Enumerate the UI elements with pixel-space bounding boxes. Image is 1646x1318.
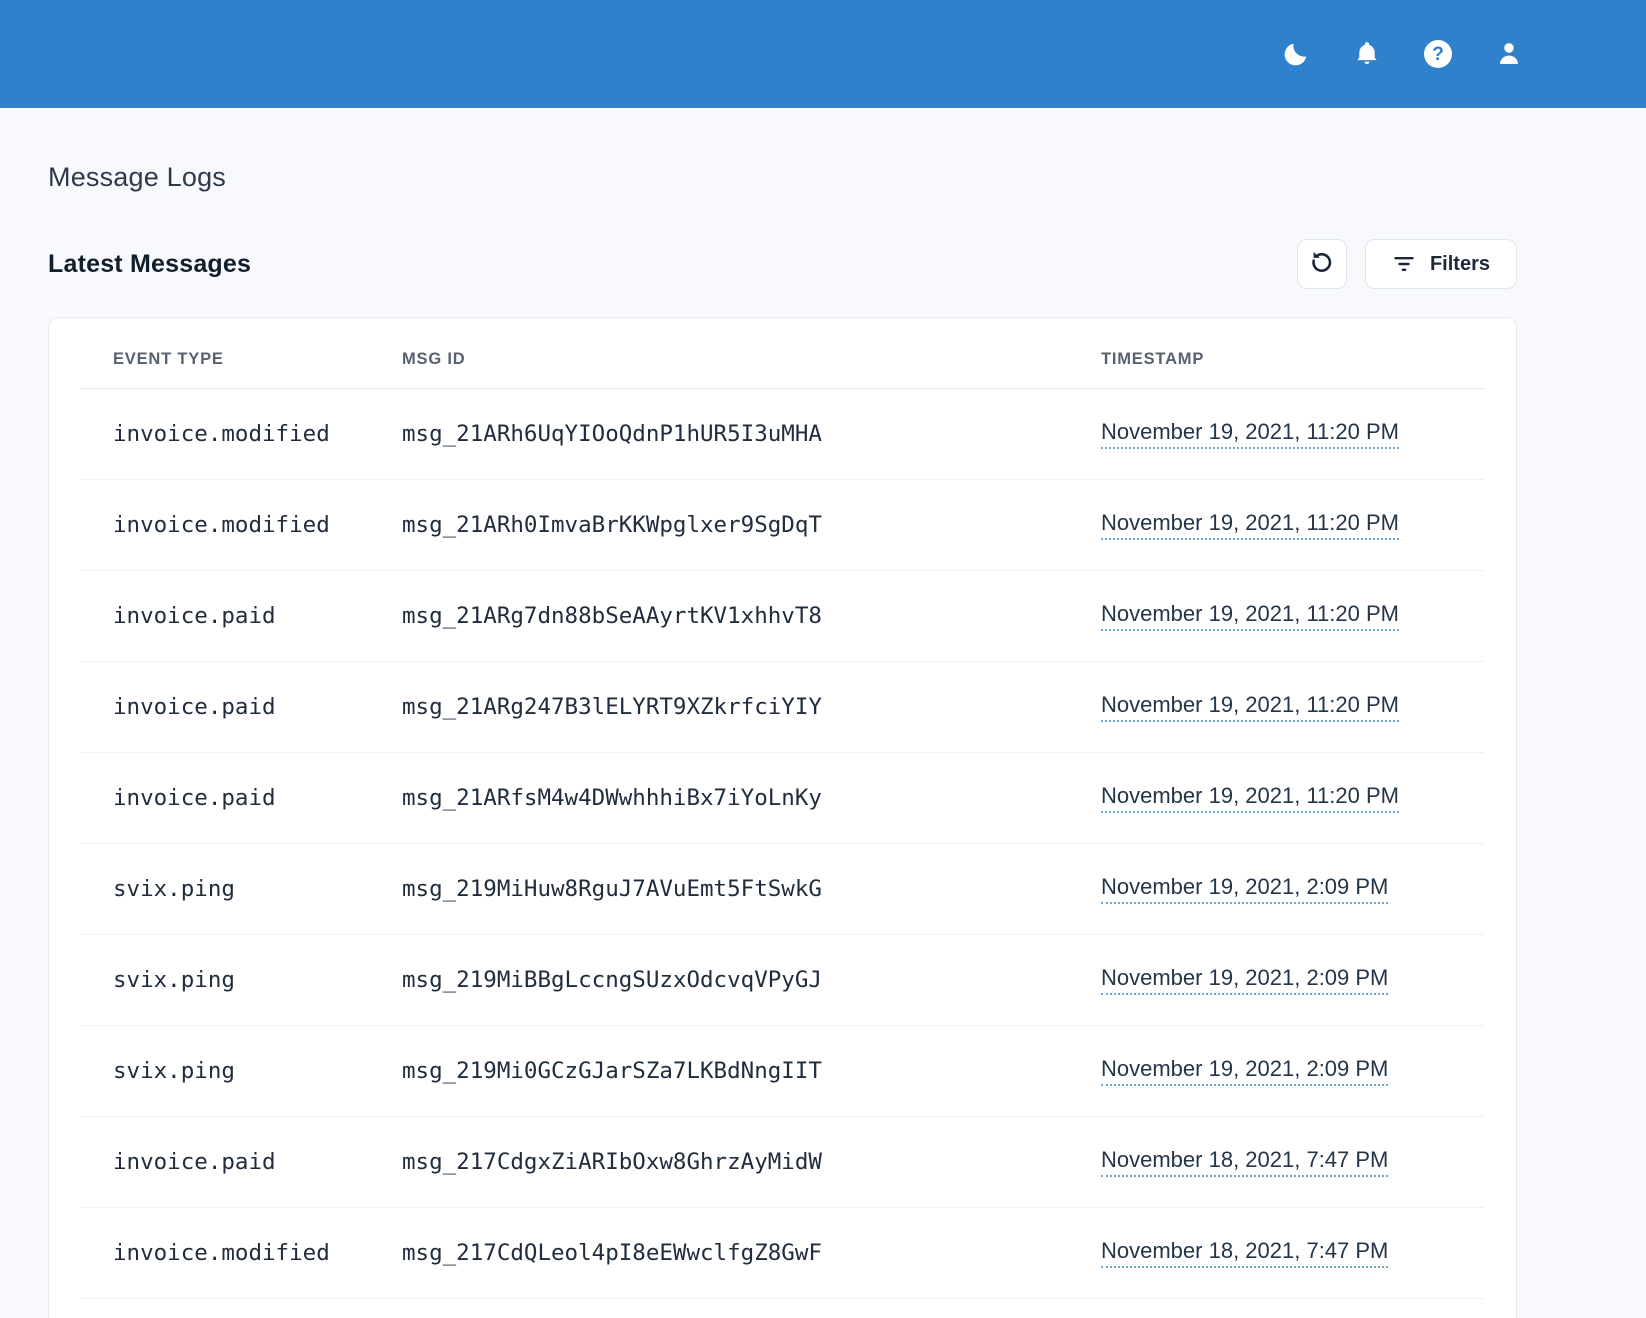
messages-table: EVENT TYPE MSG ID TIMESTAMP invoice.modi… bbox=[81, 318, 1484, 1299]
column-header-timestamp: TIMESTAMP bbox=[1101, 318, 1484, 389]
msg-id-cell: msg_21ARfsM4w4DWwhhhiBx7iYoLnKy bbox=[402, 753, 1101, 844]
event-type-cell: invoice.paid bbox=[81, 571, 402, 662]
refresh-button[interactable] bbox=[1297, 239, 1347, 289]
timestamp-link[interactable]: November 18, 2021, 7:47 PM bbox=[1101, 1147, 1388, 1177]
table-row: invoice.modified msg_217CdQLeol4pI8eEWwc… bbox=[81, 1208, 1484, 1299]
timestamp-link[interactable]: November 19, 2021, 2:09 PM bbox=[1101, 965, 1388, 995]
timestamp-link[interactable]: November 19, 2021, 2:09 PM bbox=[1101, 874, 1388, 904]
page-title: Message Logs bbox=[48, 162, 1517, 193]
msg-id-cell: msg_219MiHuw8RguJ7AVuEmt5FtSwkG bbox=[402, 844, 1101, 935]
table-row: invoice.paid msg_21ARfsM4w4DWwhhhiBx7iYo… bbox=[81, 753, 1484, 844]
column-header-event-type: EVENT TYPE bbox=[81, 318, 402, 389]
msg-id-cell: msg_217CdgxZiARIbOxw8GhrzAyMidW bbox=[402, 1117, 1101, 1208]
table-row: svix.ping msg_219MiHuw8RguJ7AVuEmt5FtSwk… bbox=[81, 844, 1484, 935]
msg-id-cell: msg_217CdQLeol4pI8eEWwclfgZ8GwF bbox=[402, 1208, 1101, 1299]
section-title: Latest Messages bbox=[48, 250, 251, 279]
event-type-cell: svix.ping bbox=[81, 1026, 402, 1117]
filters-button[interactable]: Filters bbox=[1365, 239, 1517, 289]
table-row: invoice.paid msg_217CdgxZiARIbOxw8GhrzAy… bbox=[81, 1117, 1484, 1208]
help-icon[interactable]: ? bbox=[1423, 39, 1453, 69]
msg-id-cell: msg_219Mi0GCzGJarSZa7LKBdNngIIT bbox=[402, 1026, 1101, 1117]
msg-id-cell: msg_21ARg7dn88bSeAAyrtKV1xhhvT8 bbox=[402, 571, 1101, 662]
timestamp-link[interactable]: November 19, 2021, 11:20 PM bbox=[1101, 419, 1399, 449]
timestamp-link[interactable]: November 19, 2021, 11:20 PM bbox=[1101, 510, 1399, 540]
column-header-msg-id: MSG ID bbox=[402, 318, 1101, 389]
top-app-bar: ? bbox=[0, 0, 1646, 108]
help-glyph: ? bbox=[1424, 40, 1452, 68]
table-row: svix.ping msg_219Mi0GCzGJarSZa7LKBdNngII… bbox=[81, 1026, 1484, 1117]
table-body: invoice.modified msg_21ARh6UqYIOoQdnP1hU… bbox=[81, 389, 1484, 1299]
msg-id-cell: msg_219MiBBgLccngSUzxOdcvqVPyGJ bbox=[402, 935, 1101, 1026]
section-header: Latest Messages Filte bbox=[48, 239, 1517, 289]
timestamp-link[interactable]: November 19, 2021, 11:20 PM bbox=[1101, 601, 1399, 631]
event-type-cell: svix.ping bbox=[81, 844, 402, 935]
msg-id-cell: msg_21ARh0ImvaBrKKWpglxer9SgDqT bbox=[402, 480, 1101, 571]
event-type-cell: invoice.modified bbox=[81, 1208, 402, 1299]
filter-icon bbox=[1392, 252, 1416, 276]
msg-id-cell: msg_21ARh6UqYIOoQdnP1hUR5I3uMHA bbox=[402, 389, 1101, 480]
table-row: svix.ping msg_219MiBBgLccngSUzxOdcvqVPyG… bbox=[81, 935, 1484, 1026]
event-type-cell: invoice.paid bbox=[81, 662, 402, 753]
refresh-icon bbox=[1308, 249, 1335, 279]
event-type-cell: invoice.modified bbox=[81, 480, 402, 571]
main-content: Message Logs Latest Messages bbox=[48, 162, 1517, 1318]
event-type-cell: invoice.paid bbox=[81, 1117, 402, 1208]
timestamp-link[interactable]: November 19, 2021, 11:20 PM bbox=[1101, 692, 1399, 722]
table-row: invoice.paid msg_21ARg247B3lELYRT9XZkrfc… bbox=[81, 662, 1484, 753]
filters-button-label: Filters bbox=[1430, 253, 1490, 276]
msg-id-cell: msg_21ARg247B3lELYRT9XZkrfciYIY bbox=[402, 662, 1101, 753]
event-type-cell: invoice.modified bbox=[81, 389, 402, 480]
account-icon[interactable] bbox=[1494, 39, 1524, 69]
table-row: invoice.paid msg_21ARg7dn88bSeAAyrtKV1xh… bbox=[81, 571, 1484, 662]
messages-card: EVENT TYPE MSG ID TIMESTAMP invoice.modi… bbox=[48, 317, 1517, 1318]
event-type-cell: invoice.paid bbox=[81, 753, 402, 844]
event-type-cell: svix.ping bbox=[81, 935, 402, 1026]
timestamp-link[interactable]: November 18, 2021, 7:47 PM bbox=[1101, 1238, 1388, 1268]
timestamp-link[interactable]: November 19, 2021, 2:09 PM bbox=[1101, 1056, 1388, 1086]
dark-mode-moon-icon[interactable] bbox=[1281, 39, 1311, 69]
section-actions: Filters bbox=[1297, 239, 1517, 289]
table-row: invoice.modified msg_21ARh0ImvaBrKKWpglx… bbox=[81, 480, 1484, 571]
timestamp-link[interactable]: November 19, 2021, 11:20 PM bbox=[1101, 783, 1399, 813]
notifications-bell-icon[interactable] bbox=[1352, 39, 1382, 69]
table-header-row: EVENT TYPE MSG ID TIMESTAMP bbox=[81, 318, 1484, 389]
table-row: invoice.modified msg_21ARh6UqYIOoQdnP1hU… bbox=[81, 389, 1484, 480]
